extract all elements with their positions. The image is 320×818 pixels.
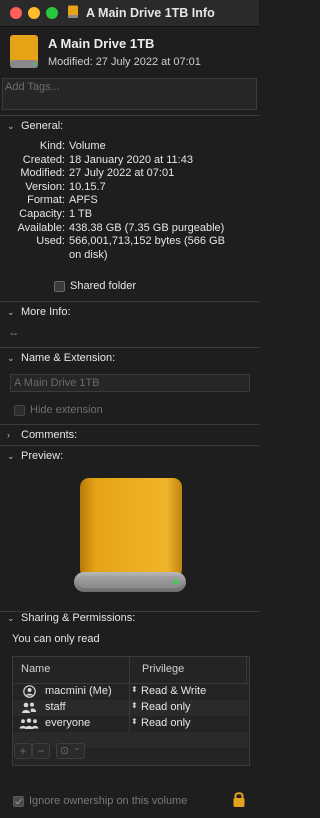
minimize-window-button[interactable] [28, 7, 40, 19]
info-row-created: Created: 18 January 2020 at 11:43 [22, 153, 193, 166]
lock-icon[interactable] [232, 790, 246, 808]
chevron-down-icon: ⌄ [7, 121, 15, 131]
chevron-down-icon: ⌄ [7, 451, 15, 461]
shared-folder-label: Shared folder [70, 280, 137, 292]
info-row-version: Version: 10.15.7 [25, 180, 106, 193]
updown-icon: ⬍ [131, 701, 138, 710]
permission-name: macmini (Me) [45, 685, 112, 697]
ellipsis-circle-icon: ⊙ [60, 745, 70, 757]
permission-privilege[interactable]: Read only [141, 701, 191, 713]
preview-label: Preview: [21, 450, 64, 462]
info-row-capacity: Capacity: 1 TB [19, 208, 93, 220]
permissions-toolbar: + − ⊙ ⌄ [12, 742, 86, 759]
ignore-ownership-checkbox[interactable] [13, 796, 24, 807]
chevron-right-icon: › [7, 430, 10, 440]
chevron-down-icon: ⌄ [73, 742, 81, 752]
close-window-button[interactable] [10, 7, 22, 19]
tags-placeholder: Add Tags... [5, 81, 60, 93]
info-row-used: Used: 566,001,713,152 bytes (566 GB [36, 235, 225, 248]
drive-preview-icon [72, 476, 190, 594]
divider [0, 301, 259, 302]
info-row-available: Available: 438.38 GB (7.35 GB purgeable) [17, 221, 225, 234]
action-menu-button[interactable]: ⊙ ⌄ [56, 742, 85, 759]
table-row[interactable]: macmini (Me) ⬍ Read & Write [13, 684, 248, 700]
divider [0, 445, 259, 446]
updown-icon: ⬍ [131, 717, 138, 726]
name-extension-label: Name & Extension: [21, 352, 116, 364]
more-info-section-header[interactable]: ⌄ More Info: [7, 306, 71, 318]
hide-extension-label: Hide extension [30, 404, 103, 416]
permission-privilege[interactable]: Read only [141, 717, 191, 729]
volume-icon [8, 34, 40, 70]
column-separator [129, 716, 130, 732]
permission-name: staff [45, 701, 66, 713]
general-label: General: [21, 120, 64, 132]
chevron-down-icon: ⌄ [7, 307, 15, 317]
column-separator [129, 657, 130, 683]
info-row-modified: Modified: 27 July 2022 at 07:01 [20, 167, 175, 180]
remove-button[interactable]: − [32, 743, 50, 759]
column-header-privilege[interactable]: Privilege [142, 663, 184, 675]
user-icon [23, 685, 36, 698]
divider [0, 347, 259, 348]
name-extension-section-header[interactable]: ⌄ Name & Extension: [7, 352, 115, 364]
column-separator [129, 684, 130, 700]
table-row[interactable]: staff ⬍ Read only [13, 700, 248, 716]
comments-section-header[interactable]: › Comments: [7, 429, 77, 441]
tags-field[interactable]: Add Tags... [2, 78, 257, 110]
name-field-value: A Main Drive 1TB [14, 377, 100, 389]
add-button[interactable]: + [14, 743, 32, 759]
volume-name: A Main Drive 1TB [48, 36, 155, 51]
column-header-name[interactable]: Name [21, 663, 50, 675]
sharing-section-header[interactable]: ⌄ Sharing & Permissions: [7, 612, 135, 624]
ignore-ownership-label: Ignore ownership on this volume [29, 795, 188, 807]
chevron-down-icon: ⌄ [7, 613, 15, 623]
permission-status: You can only read [12, 633, 100, 645]
column-separator [246, 657, 247, 683]
info-row-format: Format: APFS [27, 194, 98, 207]
everyone-icon [19, 718, 39, 729]
column-separator [129, 700, 130, 716]
shared-folder-checkbox[interactable] [54, 281, 65, 292]
checkmark-icon [15, 798, 23, 805]
preview-section-header[interactable]: ⌄ Preview: [7, 450, 63, 462]
zoom-window-button[interactable] [46, 7, 58, 19]
name-field[interactable]: A Main Drive 1TB [10, 374, 250, 392]
more-info-label: More Info: [21, 306, 71, 318]
permission-name: everyone [45, 717, 91, 729]
divider [0, 115, 259, 116]
drive-icon [67, 5, 79, 19]
info-row-used-continued: on disk) [69, 248, 108, 261]
permission-privilege[interactable]: Read & Write [141, 685, 206, 697]
modified-line: Modified: 27 July 2022 at 07:01 [48, 56, 201, 68]
divider [0, 424, 259, 425]
table-row[interactable]: everyone ⬍ Read only [13, 716, 248, 732]
hide-extension-checkbox[interactable] [14, 405, 25, 416]
sharing-label: Sharing & Permissions: [21, 612, 136, 624]
info-row-kind: Kind: Volume [39, 140, 106, 152]
permissions-header-row: Name Privilege [13, 657, 249, 684]
general-section-header[interactable]: ⌄ General: [7, 120, 63, 132]
chevron-down-icon: ⌄ [7, 353, 15, 363]
window-title: A Main Drive 1TB Info [86, 6, 215, 20]
more-info-value: -- [10, 328, 18, 340]
comments-label: Comments: [21, 429, 78, 441]
group-icon [21, 702, 37, 713]
updown-icon: ⬍ [131, 685, 138, 694]
